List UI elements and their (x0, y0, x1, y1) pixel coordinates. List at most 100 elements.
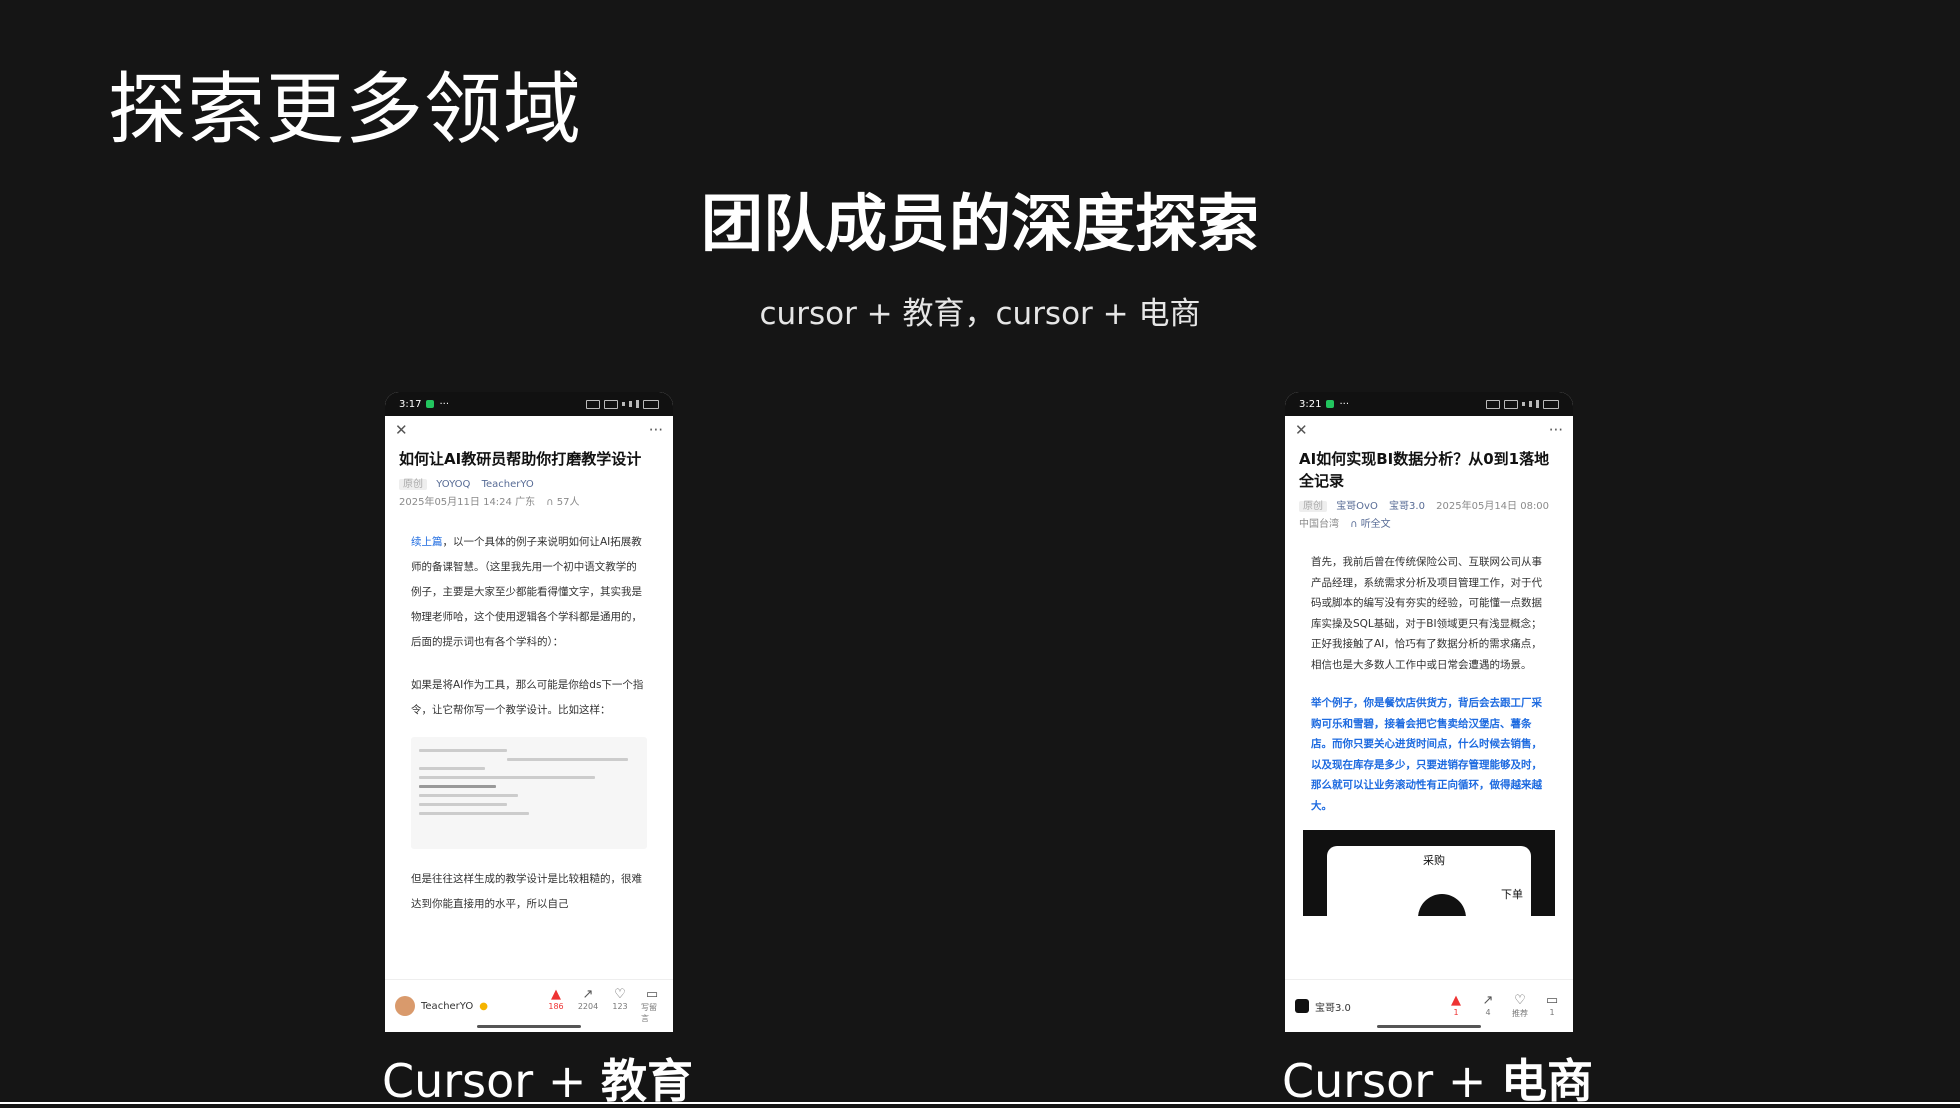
home-indicator (1377, 1025, 1481, 1028)
author-name[interactable]: 宝哥OvO (1336, 501, 1378, 512)
article-title: AI如何实现BI数据分析？从0到1落地全记录 (1299, 450, 1550, 490)
bottom-author[interactable]: 宝哥3.0 (1295, 999, 1445, 1014)
status-bar: 3:21 ··· (1285, 392, 1573, 416)
status-bar: 3:17 ··· (385, 392, 673, 416)
original-tag: 原创 (399, 479, 427, 490)
listen-button[interactable]: ∩ 听全文 (1350, 519, 1391, 530)
caption-bold: 电商 (1501, 1054, 1593, 1108)
account-name[interactable]: TeacherYO (482, 479, 534, 490)
comment-button[interactable]: ▭ 1 (1541, 992, 1563, 1019)
embedded-screenshot (411, 737, 647, 849)
article-paragraph: 续上篇，以一个具体的例子来说明如何让AI拓展教师的备课智慧。（这里我先用一个初中… (411, 530, 647, 655)
thumbs-up-icon: ▲ (1451, 992, 1461, 1008)
phone-screenshot-ecommerce: 3:21 ··· ✕ ··· AI如何实现BI数据分析？从0到1落地全记录 原创… (1285, 392, 1573, 1032)
like-button[interactable]: ▲ 1 (1445, 992, 1467, 1019)
headline: 团队成员的深度探索 (700, 187, 1259, 260)
close-icon[interactable]: ✕ (1295, 421, 1308, 439)
like-count: 1 (1453, 1007, 1459, 1017)
close-icon[interactable]: ✕ (395, 421, 408, 439)
signal-icon (622, 402, 625, 406)
article-paragraph: 如果是将AI作为工具，那么可能是你给ds下一个指令，让它帮你写一个教学设计。比如… (411, 679, 644, 716)
signal-icon (629, 401, 632, 407)
heart-icon: ♡ (1514, 992, 1526, 1008)
phone-screenshot-education: 3:17 ··· ✕ ··· 如何让AI教研员帮助你打磨教学设计 原创 YOYO… (385, 392, 673, 1032)
status-icons (586, 399, 659, 409)
author-name[interactable]: YOYOQ (436, 479, 470, 490)
nfc-icon (586, 399, 600, 409)
bottom-author[interactable]: TeacherYO ● (395, 996, 545, 1016)
caption-bold: 教育 (601, 1054, 693, 1108)
share-icon: ↗ (1482, 992, 1494, 1008)
signal-icon (1529, 401, 1532, 407)
more-icon[interactable]: ··· (649, 421, 663, 439)
share-count: 2204 (577, 1002, 599, 1011)
share-button[interactable]: ↗ 4 (1477, 992, 1499, 1019)
wifi-icon (1504, 399, 1518, 409)
supply-chain-diagram: 采购 下单 (1303, 830, 1555, 916)
nfc-icon (1486, 399, 1500, 409)
article: 如何让AI教研员帮助你打磨教学设计 原创 YOYOQ TeacherYO 202… (385, 448, 673, 917)
article-authors: 原创 宝哥OvO 宝哥3.0 2025年05月14日 08:00 (1299, 498, 1559, 516)
article: AI如何实现BI数据分析？从0到1落地全记录 原创 宝哥OvO 宝哥3.0 20… (1285, 448, 1573, 916)
comment-count: 1 (1549, 1007, 1555, 1017)
more-icon[interactable]: ··· (1549, 421, 1563, 439)
article-nav: ✕ ··· (1285, 416, 1573, 444)
subheadline: cursor + 教育，cursor + 电商 (759, 296, 1201, 332)
caption-prefix: Cursor + (1282, 1054, 1501, 1108)
bottom-author-name: TeacherYO (421, 1000, 474, 1012)
wechat-icon (426, 400, 435, 408)
article-region: 中国台湾 ∩ 听全文 (1299, 516, 1559, 534)
article-authors: 原创 YOYOQ TeacherYO (399, 476, 659, 494)
like-button[interactable]: ▲ 186 (545, 988, 567, 1024)
battery-icon (643, 399, 659, 409)
comment-button[interactable]: ▭ 写留言 (641, 988, 663, 1024)
previous-article-link[interactable]: 续上篇 (411, 536, 443, 548)
share-button[interactable]: ↗ 2204 (577, 988, 599, 1024)
avatar (395, 996, 415, 1016)
caption-ecommerce: Cursor + 电商 (1282, 1056, 1593, 1107)
signal-icon (1536, 400, 1539, 408)
bottom-author-name: 宝哥3.0 (1315, 1002, 1351, 1014)
article-title: 如何让AI教研员帮助你打磨教学设计 (399, 450, 642, 468)
diagram-label-order: 下单 (1501, 888, 1523, 901)
listen-count: 57人 (556, 497, 580, 508)
badge-icon: ● (479, 1000, 488, 1012)
diagram-label-purchase: 采购 (1423, 854, 1445, 867)
highlighted-paragraph: 举个例子，你是餐饮店供货方，背后会去跟工厂采购可乐和雪碧，接着会把它售卖给汉堡店… (1311, 697, 1542, 812)
comment-icon: ▭ (1545, 992, 1559, 1008)
wechat-icon (1326, 400, 1335, 408)
article-paragraph: 首先，我前后曾在传统保险公司、互联网公司从事产品经理，系统需求分析及项目管理工作… (1311, 556, 1542, 671)
region-text: 中国台湾 (1299, 519, 1339, 530)
favorite-button[interactable]: ♡ 123 (609, 988, 631, 1024)
status-extra: ··· (439, 398, 450, 410)
caption-education: Cursor + 教育 (382, 1056, 693, 1107)
article-paragraph: 但是往往这样生成的教学设计是比较粗糙的，很难达到你能直接用的水平，所以自己 (411, 873, 642, 910)
comment-label: 写留言 (641, 1003, 657, 1023)
date-text: 2025年05月14日 08:00 (1436, 501, 1550, 512)
like-count: 186 (548, 1002, 564, 1011)
heart-icon: ♡ (614, 987, 626, 1002)
home-indicator (477, 1025, 581, 1028)
status-time: 3:21 (1299, 398, 1322, 410)
signal-icon (1522, 402, 1525, 406)
article-nav: ✕ ··· (385, 416, 673, 444)
status-extra: ··· (1339, 398, 1350, 410)
share-count: 4 (1485, 1007, 1491, 1017)
battery-icon (1543, 399, 1559, 409)
recommend-button[interactable]: ♡ 推荐 (1509, 992, 1531, 1019)
account-logo-icon (1295, 999, 1309, 1013)
share-icon: ↗ (582, 987, 594, 1002)
comment-icon: ▭ (645, 987, 659, 1002)
status-icons (1486, 399, 1559, 409)
date-text: 2025年05月11日 14:24 广东 (399, 497, 536, 508)
caption-prefix: Cursor + (382, 1054, 601, 1108)
status-time: 3:17 (399, 398, 422, 410)
listen-label: 听全文 (1360, 519, 1391, 530)
wifi-icon (604, 399, 618, 409)
article-date: 2025年05月11日 14:24 广东 ∩ 57人 (399, 494, 659, 512)
recommend-label: 推荐 (1512, 1008, 1528, 1018)
signal-icon (636, 400, 639, 408)
original-tag: 原创 (1299, 501, 1327, 512)
thumbs-up-icon: ▲ (551, 987, 561, 1002)
account-name[interactable]: 宝哥3.0 (1389, 501, 1425, 512)
